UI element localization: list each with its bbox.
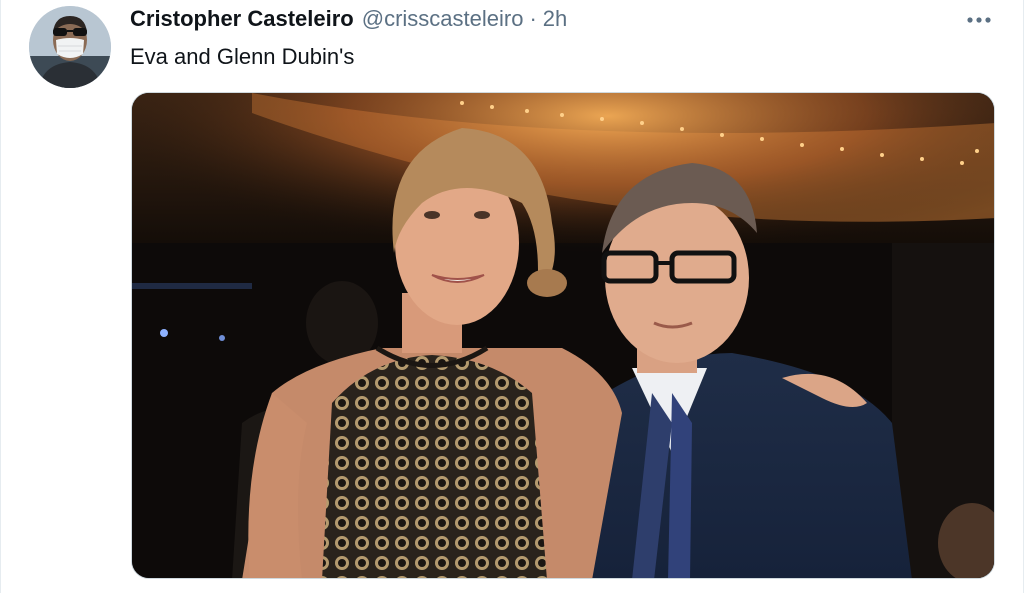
tweet[interactable]: Cristopher Casteleiro @crisscasteleiro ·… [0, 0, 1024, 593]
author-handle[interactable]: @crisscasteleiro [362, 6, 524, 32]
tweet-timestamp[interactable]: 2h [543, 6, 567, 32]
separator-dot: · [529, 6, 537, 31]
tweet-header: Cristopher Casteleiro @crisscasteleiro ·… [130, 6, 567, 38]
event-photo-image [132, 93, 994, 578]
more-options-button[interactable] [963, 6, 995, 34]
tweet-text: Eva and Glenn Dubin's [130, 44, 355, 69]
tweet-photo[interactable] [131, 92, 995, 579]
author-avatar[interactable] [29, 6, 111, 88]
author-display-name[interactable]: Cristopher Casteleiro [130, 6, 354, 32]
more-horizontal-icon [967, 17, 991, 23]
avatar-image [29, 6, 111, 88]
